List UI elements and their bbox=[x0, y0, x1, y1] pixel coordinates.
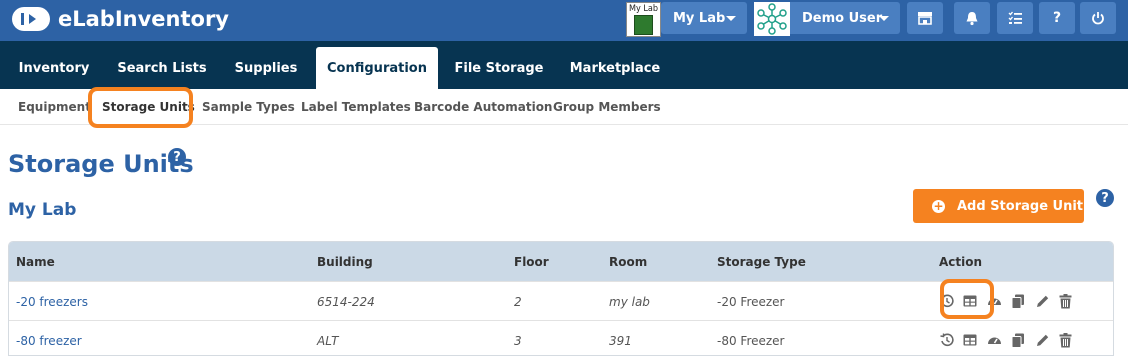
row-room: my lab bbox=[609, 295, 650, 309]
app-name: eLabInventory bbox=[58, 7, 229, 31]
lab-dropdown[interactable]: My Lab bbox=[661, 2, 747, 34]
lab-thumbnail[interactable]: My Lab bbox=[626, 2, 661, 37]
copy-icon[interactable] bbox=[1010, 332, 1026, 348]
dashboard-icon[interactable] bbox=[986, 332, 1002, 348]
tasks-button[interactable] bbox=[997, 2, 1033, 34]
edit-icon[interactable] bbox=[1035, 332, 1051, 348]
avatar[interactable] bbox=[754, 2, 790, 36]
section-title: My Lab bbox=[8, 200, 77, 220]
subnav-equipment[interactable]: Equipment bbox=[18, 100, 91, 114]
copy-icon[interactable] bbox=[1010, 293, 1026, 309]
history-icon[interactable] bbox=[939, 332, 955, 348]
lab-image-icon bbox=[634, 15, 653, 35]
chevron-down-icon bbox=[879, 16, 889, 21]
column-header-action: Action bbox=[939, 255, 983, 269]
chevron-down-icon bbox=[726, 16, 736, 21]
layout-icon[interactable] bbox=[962, 332, 978, 348]
power-icon bbox=[1092, 12, 1104, 25]
tab-configuration[interactable]: Configuration bbox=[316, 47, 438, 89]
row-name-link[interactable]: -20 freezers bbox=[16, 295, 88, 309]
network-icon bbox=[757, 3, 787, 35]
column-header-storage-type[interactable]: Storage Type bbox=[717, 255, 806, 269]
main-nav: Inventory Search Lists Supplies Configur… bbox=[0, 41, 1128, 89]
table-header: Name Building Floor Room Storage Type Ac… bbox=[9, 242, 1113, 281]
help-button[interactable]: ? bbox=[1039, 2, 1075, 34]
top-bar: eLabInventory My Lab My Lab Demo User ? bbox=[0, 0, 1128, 41]
tab-file-storage[interactable]: File Storage bbox=[446, 47, 552, 89]
help-icon: ? bbox=[1052, 10, 1062, 26]
row-storage-type: -20 Freezer bbox=[717, 295, 785, 309]
user-dropdown[interactable]: Demo User bbox=[790, 2, 900, 34]
tab-search-lists[interactable]: Search Lists bbox=[110, 47, 214, 89]
row-floor: 3 bbox=[514, 334, 522, 348]
lab-dropdown-label: My Lab bbox=[673, 10, 726, 26]
subnav-barcode-automation[interactable]: Barcode Automation bbox=[414, 100, 552, 114]
row-room: 391 bbox=[609, 334, 632, 348]
page-title: Storage Units bbox=[8, 150, 194, 178]
app-logo[interactable]: eLabInventory bbox=[12, 5, 229, 33]
column-header-building[interactable]: Building bbox=[317, 255, 373, 269]
highlight-layout-icon bbox=[940, 279, 994, 319]
column-header-floor[interactable]: Floor bbox=[514, 255, 549, 269]
store-button[interactable] bbox=[907, 2, 943, 34]
notifications-button[interactable] bbox=[954, 2, 990, 34]
user-dropdown-label: Demo User bbox=[802, 10, 883, 26]
row-building: ALT bbox=[317, 334, 339, 348]
highlight-storage-units bbox=[88, 87, 193, 128]
subnav-sample-types[interactable]: Sample Types bbox=[202, 100, 295, 114]
page-help-icon[interactable]: ? bbox=[168, 148, 186, 166]
row-building: 6514-224 bbox=[317, 295, 375, 309]
subnav-label-templates[interactable]: Label Templates bbox=[301, 100, 411, 114]
logout-button[interactable] bbox=[1080, 2, 1116, 34]
section-help-icon[interactable]: ? bbox=[1096, 189, 1114, 207]
row-storage-type: -80 Freezer bbox=[717, 334, 785, 348]
add-storage-unit-button[interactable]: + Add Storage Unit bbox=[913, 189, 1084, 223]
checklist-icon bbox=[1008, 11, 1022, 24]
subnav-group-members[interactable]: Group Members bbox=[553, 100, 661, 114]
store-icon bbox=[918, 12, 932, 25]
column-header-name[interactable]: Name bbox=[16, 255, 55, 269]
edit-icon[interactable] bbox=[1035, 293, 1051, 309]
row-name-link[interactable]: -80 freezer bbox=[16, 334, 82, 348]
delete-icon[interactable] bbox=[1057, 293, 1073, 309]
tab-supplies[interactable]: Supplies bbox=[224, 47, 308, 89]
delete-icon[interactable] bbox=[1057, 332, 1073, 348]
tab-marketplace[interactable]: Marketplace bbox=[560, 47, 670, 89]
row-floor: 2 bbox=[514, 295, 522, 309]
logo-icon bbox=[12, 7, 50, 31]
column-header-room[interactable]: Room bbox=[609, 255, 647, 269]
bell-icon bbox=[966, 11, 978, 25]
plus-circle-icon: + bbox=[932, 198, 945, 213]
table-row: -80 freezer ALT 3 391 -80 Freezer bbox=[9, 320, 1113, 355]
tab-inventory[interactable]: Inventory bbox=[8, 47, 100, 89]
add-storage-unit-label: Add Storage Unit bbox=[957, 198, 1084, 214]
lab-thumbnail-label: My Lab bbox=[629, 4, 658, 14]
